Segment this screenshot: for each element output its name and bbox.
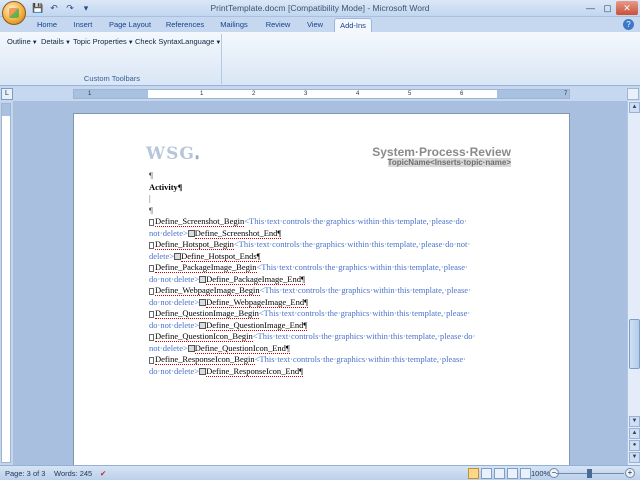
tab-review[interactable]: Review bbox=[260, 18, 296, 32]
field-line: Define_PackageImage_Begin<This·text·cont… bbox=[149, 262, 499, 274]
next-page-icon[interactable]: ▼ bbox=[629, 452, 640, 463]
scroll-thumb[interactable] bbox=[629, 319, 640, 369]
browse-object-icon[interactable]: ● bbox=[629, 440, 640, 451]
ribbon: Outline▼ Details▼ Topic Properties▼ Chec… bbox=[0, 32, 640, 86]
tab-view[interactable]: View bbox=[302, 18, 328, 32]
scroll-down-icon[interactable]: ▼ bbox=[629, 416, 640, 427]
activity-heading: Activity¶ bbox=[149, 181, 183, 192]
tab-page-layout[interactable]: Page Layout bbox=[104, 18, 156, 32]
field-line: do·not·delete> Define_PackageImage_End¶ bbox=[149, 273, 305, 285]
field-line: do·not·delete> Define_QuestionImage_End¶ bbox=[149, 319, 308, 331]
ruler-tick: 2 bbox=[252, 91, 256, 97]
ruler-tick: 4 bbox=[356, 91, 360, 97]
field-marker-icon bbox=[149, 241, 154, 249]
horizontal-ruler[interactable]: 1 1 2 3 4 5 6 7 bbox=[73, 89, 570, 99]
ruler-tick: 1 bbox=[200, 91, 204, 97]
window-title: PrintTemplate.docm [Compatibility Mode] … bbox=[210, 3, 430, 13]
language-menu[interactable]: Language▼ bbox=[181, 37, 221, 46]
field-line: Define_WebpageImage_Begin<This·text·cont… bbox=[149, 285, 499, 297]
right-margin bbox=[497, 90, 569, 98]
word-count[interactable]: Words: 245 bbox=[54, 469, 92, 478]
tab-add-ins[interactable]: Add-Ins bbox=[334, 18, 372, 32]
print-layout-icon[interactable] bbox=[468, 468, 479, 479]
ruler-tick: 7 bbox=[564, 91, 568, 97]
document-body[interactable]: ¶ Activity¶ | ¶ Define_Screenshot_Begin<… bbox=[149, 170, 499, 377]
field-line: not·delete> Define_QuestionIcon_End¶ bbox=[149, 342, 290, 354]
cursor-line: | bbox=[149, 193, 151, 203]
field-marker-icon bbox=[149, 333, 154, 341]
top-margin bbox=[2, 104, 10, 116]
custom-toolbars-group: Outline▼ Details▼ Topic Properties▼ Chec… bbox=[2, 34, 222, 84]
view-ruler-icon[interactable] bbox=[627, 88, 639, 100]
ruler-tick: 6 bbox=[460, 91, 464, 97]
field-marker-icon bbox=[149, 264, 154, 272]
draft-view-icon[interactable] bbox=[520, 468, 531, 479]
zoom-in-icon[interactable]: + bbox=[625, 468, 635, 478]
vertical-ruler[interactable] bbox=[1, 103, 11, 463]
document-area: WSG∎ System·Process·Review TopicName<Ins… bbox=[13, 101, 627, 465]
field-line: Define_QuestionIcon_Begin<This·text·cont… bbox=[149, 331, 499, 343]
field-line: do·not·delete> Define_WebpageImage_End¶ bbox=[149, 296, 308, 308]
zoom-slider-thumb[interactable] bbox=[587, 469, 592, 478]
field-line: Define_Screenshot_Begin<This·text·contro… bbox=[149, 216, 499, 228]
office-button[interactable] bbox=[2, 1, 26, 25]
header-topic: TopicName<Inserts·topic·name> bbox=[387, 158, 511, 167]
field-marker-icon bbox=[149, 218, 154, 226]
field-line: do·not·delete> Define_ResponseIcon_End¶ bbox=[149, 365, 303, 377]
outline-menu[interactable]: Outline▼ bbox=[7, 37, 38, 46]
tab-selector-icon[interactable]: L bbox=[1, 88, 13, 100]
tab-home[interactable]: Home bbox=[32, 18, 62, 32]
chevron-down-icon: ▼ bbox=[64, 40, 71, 46]
field-line: delete> Define_Hotspot_Ends¶ bbox=[149, 250, 261, 262]
minimize-icon[interactable]: — bbox=[582, 1, 599, 15]
ruler-tick: 5 bbox=[408, 91, 412, 97]
chevron-down-icon: ▼ bbox=[127, 40, 134, 46]
web-layout-icon[interactable] bbox=[494, 468, 505, 479]
topic-properties-menu[interactable]: Topic Properties▼ bbox=[73, 37, 134, 46]
ribbon-tabs: Home Insert Page Layout References Maili… bbox=[0, 17, 640, 32]
tab-insert[interactable]: Insert bbox=[68, 18, 98, 32]
field-line: Define_QuestionImage_Begin<This·text·con… bbox=[149, 308, 499, 320]
window-controls: — ▢ ✕ bbox=[582, 1, 638, 15]
proofing-icon[interactable]: ✔ bbox=[100, 469, 106, 478]
field-line: Define_ResponseIcon_Begin<This·text·cont… bbox=[149, 354, 499, 366]
tab-mailings[interactable]: Mailings bbox=[214, 18, 254, 32]
field-line: not·delete> Define_Screenshot_End¶ bbox=[149, 227, 282, 239]
page-count[interactable]: Page: 3 of 3 bbox=[5, 469, 45, 478]
ruler-tick: 3 bbox=[304, 91, 308, 97]
title-bar: 💾 ↶ ↷ ▾ PrintTemplate.docm [Compatibilit… bbox=[0, 0, 640, 17]
field-marker-icon bbox=[149, 310, 154, 318]
ruler-tick: 1 bbox=[88, 91, 92, 97]
chevron-down-icon: ▼ bbox=[215, 40, 222, 46]
document-page[interactable]: WSG∎ System·Process·Review TopicName<Ins… bbox=[73, 113, 570, 465]
vertical-scrollbar[interactable]: ▲ ▼ ▲ ● ▼ bbox=[627, 101, 640, 465]
field-marker-icon bbox=[149, 356, 154, 364]
logo: WSG∎ bbox=[146, 144, 201, 164]
paragraph-mark: ¶ bbox=[149, 204, 153, 215]
header-title: System·Process·Review bbox=[372, 145, 511, 159]
close-icon[interactable]: ✕ bbox=[616, 1, 638, 15]
help-icon[interactable]: ? bbox=[623, 19, 634, 30]
field-line: Define_Hotspot_Begin<This·text·controls·… bbox=[149, 239, 499, 251]
image-icon bbox=[187, 345, 195, 353]
zoom-level[interactable]: 100% bbox=[531, 469, 550, 478]
status-bar: Page: 3 of 3 Words: 245 ✔ 100% − + bbox=[0, 465, 640, 480]
paragraph-mark: ¶ bbox=[149, 170, 153, 180]
chevron-down-icon: ▼ bbox=[31, 40, 38, 46]
group-label: Custom Toolbars bbox=[83, 74, 141, 83]
check-syntax-button[interactable]: Check Syntax bbox=[135, 37, 181, 46]
details-menu[interactable]: Details▼ bbox=[41, 37, 71, 46]
left-margin bbox=[74, 90, 148, 98]
tab-references[interactable]: References bbox=[162, 18, 208, 32]
ruler-row: L 1 1 2 3 4 5 6 7 bbox=[0, 87, 640, 101]
outline-view-icon[interactable] bbox=[507, 468, 518, 479]
maximize-icon[interactable]: ▢ bbox=[599, 1, 616, 15]
scroll-up-icon[interactable]: ▲ bbox=[629, 102, 640, 113]
image-icon bbox=[187, 230, 195, 238]
previous-page-icon[interactable]: ▲ bbox=[629, 428, 640, 439]
full-screen-reading-icon[interactable] bbox=[481, 468, 492, 479]
field-marker-icon bbox=[149, 287, 154, 295]
